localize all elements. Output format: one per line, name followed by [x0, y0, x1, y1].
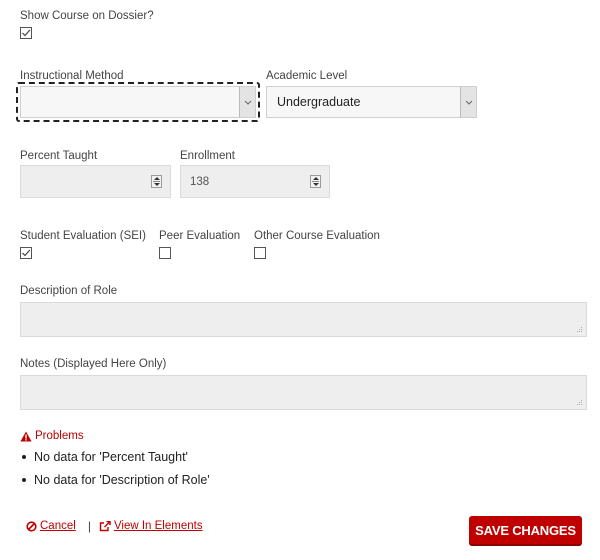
- checkmark-icon: [22, 249, 31, 257]
- notes-label: Notes (Displayed Here Only): [20, 358, 167, 370]
- chevron-down-icon: [239, 87, 255, 117]
- cancel-link[interactable]: Cancel: [26, 520, 76, 532]
- spinner-icon[interactable]: [310, 175, 321, 188]
- problems-header: Problems: [20, 430, 84, 442]
- sei-label: Student Evaluation (SEI): [20, 230, 146, 242]
- view-in-elements-link[interactable]: View In Elements: [99, 520, 203, 532]
- cancel-icon: [26, 520, 37, 532]
- footer-links: Cancel | View In Elements: [26, 519, 203, 533]
- show-on-dossier-checkbox[interactable]: [20, 27, 32, 39]
- bullet-icon: [22, 455, 26, 459]
- notes-textarea[interactable]: [20, 375, 587, 410]
- bullet-icon: [22, 478, 26, 482]
- resize-grip-icon[interactable]: [577, 400, 583, 406]
- other-evaluation-label: Other Course Evaluation: [254, 230, 380, 242]
- sei-checkbox[interactable]: [20, 247, 32, 259]
- spinner-icon[interactable]: [151, 175, 162, 188]
- chevron-down-icon: [460, 87, 476, 117]
- percent-taught-input[interactable]: [20, 165, 171, 198]
- academic-level-label: Academic Level: [266, 70, 348, 82]
- problem-text: No data for 'Description of Role': [34, 473, 210, 487]
- peer-evaluation-checkbox[interactable]: [159, 247, 171, 259]
- view-in-elements-label: View In Elements: [113, 520, 203, 532]
- save-changes-button[interactable]: SAVE CHANGES: [469, 516, 582, 544]
- problem-item: No data for 'Percent Taught': [20, 450, 188, 464]
- show-on-dossier-label: Show Course on Dossier?: [20, 10, 154, 22]
- instructional-method-select[interactable]: [20, 86, 256, 118]
- percent-taught-label: Percent Taught: [20, 150, 98, 162]
- enrollment-input[interactable]: 138: [180, 165, 330, 198]
- enrollment-label: Enrollment: [180, 150, 235, 162]
- external-link-icon: [99, 520, 111, 531]
- academic-level-value: Undergraduate: [277, 95, 361, 109]
- cancel-label: Cancel: [40, 520, 76, 532]
- problem-text: No data for 'Percent Taught': [34, 450, 188, 464]
- separator: |: [87, 519, 91, 533]
- description-of-role-textarea[interactable]: [20, 302, 587, 337]
- problem-item: No data for 'Description of Role': [20, 473, 210, 487]
- academic-level-select[interactable]: Undergraduate: [266, 86, 477, 118]
- problems-title: Problems: [35, 430, 84, 442]
- checkmark-icon: [22, 29, 31, 37]
- other-evaluation-checkbox[interactable]: [254, 247, 266, 259]
- warning-triangle-icon: [20, 431, 32, 441]
- instructional-method-label: Instructional Method: [20, 70, 124, 82]
- description-of-role-label: Description of Role: [20, 285, 118, 297]
- enrollment-value: 138: [190, 175, 210, 188]
- resize-grip-icon[interactable]: [577, 327, 583, 333]
- peer-evaluation-label: Peer Evaluation: [159, 230, 241, 242]
